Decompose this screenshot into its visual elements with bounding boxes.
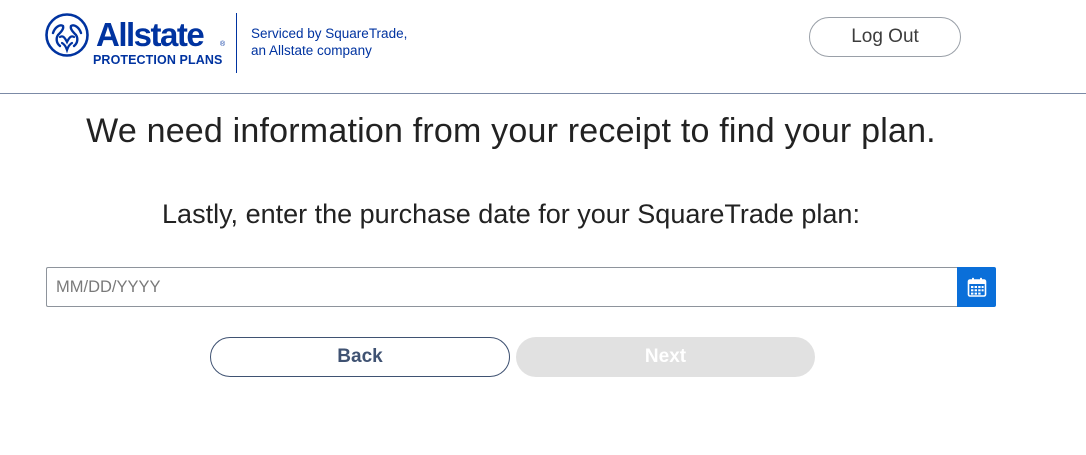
calendar-button[interactable] (957, 267, 996, 307)
serviced-line-2: an Allstate company (251, 42, 372, 58)
header-divider (236, 13, 237, 73)
back-button[interactable]: Back (210, 337, 510, 377)
page-headline: We need information from your receipt to… (86, 112, 936, 150)
calendar-icon (967, 277, 986, 297)
allstate-hands-logo-icon (45, 13, 89, 57)
logo-subtitle: PROTECTION PLANS (93, 53, 223, 67)
serviced-line-1: Serviced by SquareTrade, (251, 26, 408, 41)
next-button-disabled[interactable]: Next (516, 337, 815, 377)
logo-registered-mark: ® (220, 41, 226, 48)
logo-wordmark: Allstate (96, 16, 205, 53)
purchase-date-prompt: Lastly, enter the purchase date for your… (162, 199, 860, 229)
site-header: Allstate ® PROTECTION PLANS Serviced by … (0, 0, 1086, 94)
purchase-date-input[interactable] (46, 267, 957, 307)
log-out-button[interactable]: Log Out (809, 17, 961, 57)
allstate-protection-plans-logo[interactable]: Allstate ® PROTECTION PLANS (45, 12, 235, 74)
serviced-by-text: Serviced by SquareTrade, an Allstate com… (251, 26, 407, 59)
